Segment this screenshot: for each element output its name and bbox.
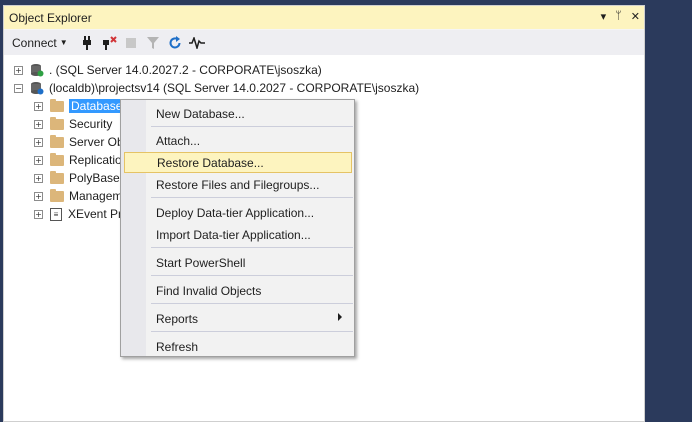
- tree-node-xevent-profiler[interactable]: + ≡ XEvent Pr: [34, 205, 122, 223]
- menu-item-start-powershell[interactable]: Start PowerShell: [124, 252, 352, 273]
- tree-node-server-1[interactable]: + . (SQL Server 14.0.2027.2 - CORPORATE\…: [14, 61, 322, 79]
- menu-separator: [151, 197, 353, 198]
- submenu-arrow-icon: [338, 313, 342, 321]
- management-label: Managem: [69, 189, 123, 203]
- disconnect-icon[interactable]: [100, 34, 118, 52]
- menu-separator: [151, 247, 353, 248]
- server-objects-label: Server Obj: [69, 135, 127, 149]
- chevron-down-icon: ▼: [59, 38, 68, 47]
- menu-item-refresh[interactable]: Refresh: [124, 336, 352, 357]
- folder-icon: [50, 170, 64, 184]
- tree-node-polybase[interactable]: + PolyBase: [34, 169, 120, 187]
- folder-icon: [50, 152, 64, 166]
- tree-node-databases[interactable]: + Databases: [34, 97, 131, 115]
- menu-item-label: Restore Database...: [157, 155, 264, 170]
- folder-icon: [50, 188, 64, 202]
- replication-label: Replicatio: [69, 153, 122, 167]
- menu-item-restore-database[interactable]: Restore Database...: [124, 152, 352, 173]
- menu-item-label: Find Invalid Objects: [156, 283, 262, 298]
- database-server-icon: [30, 63, 44, 77]
- expand-icon[interactable]: +: [34, 191, 43, 201]
- menu-separator: [151, 303, 353, 304]
- databases-context-menu: New Database... Attach... Restore Databa…: [120, 99, 355, 357]
- menu-item-reports[interactable]: Reports: [124, 308, 352, 329]
- menu-item-label: Reports: [156, 311, 199, 326]
- folder-icon: [50, 98, 64, 112]
- database-server-icon: [30, 81, 44, 95]
- collapse-icon[interactable]: −: [14, 83, 23, 93]
- activity-monitor-icon[interactable]: [188, 34, 206, 52]
- server-2-label: (localdb)\projectsv14 (SQL Server 14.0.2…: [49, 81, 420, 95]
- tree-node-server-2[interactable]: − (localdb)\projectsv14 (SQL Server 14.0…: [14, 79, 419, 97]
- stop-icon[interactable]: [122, 34, 140, 52]
- panel-title: Object Explorer: [9, 10, 92, 25]
- menu-item-deploy-data-tier[interactable]: Deploy Data-tier Application...: [124, 202, 352, 223]
- expand-icon[interactable]: +: [34, 137, 43, 147]
- server-1-label: . (SQL Server 14.0.2027.2 - CORPORATE\js…: [49, 63, 322, 77]
- pin-icon[interactable]: ᛘ: [615, 10, 622, 23]
- menu-item-label: Deploy Data-tier Application...: [156, 205, 315, 220]
- menu-item-attach[interactable]: Attach...: [124, 130, 352, 151]
- expand-icon[interactable]: +: [34, 101, 43, 111]
- tree-node-server-objects[interactable]: + Server Obj: [34, 133, 126, 151]
- window-position-dropdown-icon[interactable]: ▾: [601, 10, 607, 23]
- menu-item-label: Start PowerShell: [156, 255, 246, 270]
- expand-icon[interactable]: +: [34, 173, 43, 183]
- menu-item-label: Restore Files and Filegroups...: [156, 177, 320, 192]
- menu-item-label: Attach...: [156, 133, 201, 148]
- expand-icon[interactable]: +: [34, 209, 43, 219]
- menu-separator: [151, 331, 353, 332]
- expand-icon[interactable]: +: [14, 65, 23, 75]
- menu-item-restore-files[interactable]: Restore Files and Filegroups...: [124, 174, 352, 195]
- menu-item-find-invalid-objects[interactable]: Find Invalid Objects: [124, 280, 352, 301]
- connect-label: Connect: [12, 35, 57, 50]
- menu-item-label: Refresh: [156, 339, 199, 354]
- security-label: Security: [69, 117, 113, 131]
- xevent-icon: ≡: [50, 207, 62, 221]
- expand-icon[interactable]: +: [34, 119, 43, 129]
- connect-plug-icon[interactable]: [78, 34, 96, 52]
- xevent-profiler-label: XEvent Pr: [68, 207, 123, 221]
- panel-title-bar: Object Explorer ▾ ᛘ ✕: [4, 6, 644, 29]
- menu-item-new-database[interactable]: New Database...: [124, 103, 352, 124]
- title-bar-buttons: ▾ ᛘ ✕: [601, 10, 640, 23]
- connect-button[interactable]: Connect ▼: [12, 36, 74, 50]
- polybase-label: PolyBase: [69, 171, 120, 185]
- tree-node-replication[interactable]: + Replicatio: [34, 151, 122, 169]
- folder-icon: [50, 116, 64, 130]
- filter-icon[interactable]: [144, 34, 162, 52]
- folder-icon: [50, 134, 64, 148]
- menu-separator: [151, 275, 353, 276]
- object-explorer-toolbar: Connect ▼: [4, 30, 644, 55]
- tree-node-security[interactable]: + Security: [34, 115, 112, 133]
- menu-item-import-data-tier[interactable]: Import Data-tier Application...: [124, 224, 352, 245]
- close-icon[interactable]: ✕: [631, 10, 640, 23]
- menu-item-label: Import Data-tier Application...: [156, 227, 311, 242]
- menu-item-label: New Database...: [156, 106, 245, 121]
- expand-icon[interactable]: +: [34, 155, 43, 165]
- menu-separator: [151, 126, 353, 127]
- refresh-icon[interactable]: [166, 34, 184, 52]
- tree-node-management[interactable]: + Managem: [34, 187, 122, 205]
